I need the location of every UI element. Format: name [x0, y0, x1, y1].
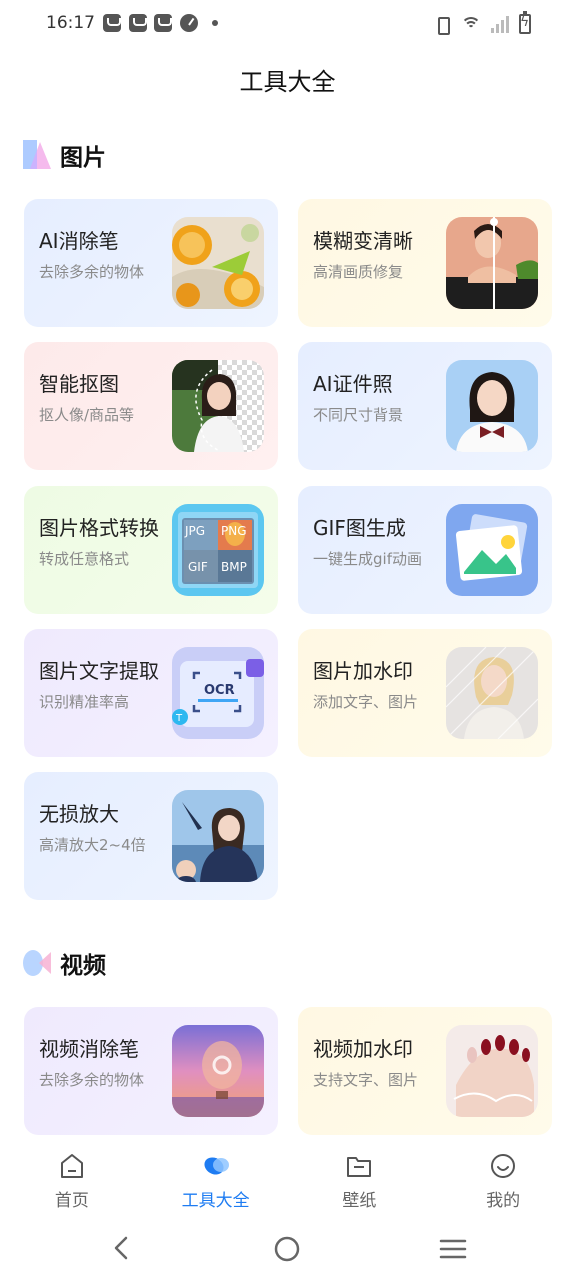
- watermark-portrait-thumbnail: [446, 647, 538, 739]
- battery-charging-icon: [519, 11, 531, 34]
- card-title: 模糊变清晰: [313, 229, 413, 253]
- gif-maker-thumbnail: [446, 504, 538, 596]
- card-title: 无损放大: [39, 802, 119, 826]
- speedometer-icon: [180, 14, 198, 32]
- nav-label: 工具大全: [181, 1191, 250, 1211]
- tool-card-ocr[interactable]: 图片文字提取 识别精准率高 T OCR: [24, 629, 278, 757]
- card-subtitle: 一键生成gif动画: [313, 550, 422, 568]
- card-title: 智能抠图: [39, 372, 119, 396]
- card-subtitle: 支持文字、图片: [313, 1071, 419, 1089]
- bottom-nav: 首页 工具大全 壁纸 我的: [0, 1140, 575, 1220]
- card-subtitle: 添加文字、图片: [313, 693, 419, 711]
- tool-card-ai-eraser[interactable]: AI消除笔 去除多余的物体: [24, 199, 278, 327]
- card-title: 视频消除笔: [39, 1037, 139, 1061]
- tool-card-id-photo[interactable]: AI证件照 不同尺寸背景: [298, 342, 552, 470]
- tool-card-format-convert[interactable]: 图片格式转换 转成任意格式 JPG PNG GIF BMP: [24, 486, 278, 614]
- tool-card-watermark[interactable]: 图片加水印 添加文字、图片: [298, 629, 552, 757]
- tool-card-upscale[interactable]: 无损放大 高清放大2~4倍: [24, 772, 278, 900]
- nav-item-wallpaper[interactable]: 壁纸: [288, 1140, 432, 1220]
- nav-label: 壁纸: [342, 1191, 377, 1211]
- id-photo-thumbnail: [446, 360, 538, 452]
- nails-watermark-thumbnail: [446, 1025, 538, 1117]
- tool-card-deblur[interactable]: 模糊变清晰 高清画质修复: [298, 199, 552, 327]
- fruit-thumbnail: [172, 217, 264, 309]
- ocr-thumbnail: T OCR: [172, 647, 264, 739]
- card-title: 图片格式转换: [39, 516, 159, 540]
- nav-label: 我的: [486, 1191, 521, 1211]
- card-subtitle: 去除多余的物体: [39, 1071, 145, 1089]
- nav-item-home[interactable]: 首页: [0, 1140, 144, 1220]
- card-title: 视频加水印: [313, 1037, 413, 1061]
- card-subtitle: 不同尺寸背景: [313, 406, 404, 424]
- system-navigation-bar: [0, 1220, 575, 1280]
- shopping-bag-icon: [129, 14, 147, 32]
- card-subtitle: 高清放大2~4倍: [39, 836, 146, 854]
- vibrate-icon: [433, 15, 451, 35]
- tool-card-gif-maker[interactable]: GIF图生成 一键生成gif动画: [298, 486, 552, 614]
- section-title: 视频: [60, 953, 106, 979]
- recents-menu-icon[interactable]: [438, 1235, 468, 1263]
- more-notifications-dot: [212, 20, 218, 26]
- card-title: 图片文字提取: [39, 659, 159, 683]
- portrait-before-after-thumbnail: [446, 217, 538, 309]
- section-header-images: 图片: [22, 138, 106, 172]
- format-convert-thumbnail: JPG PNG GIF BMP: [172, 504, 264, 596]
- upscale-portrait-thumbnail: [172, 790, 264, 882]
- svg-text:T: T: [175, 713, 183, 724]
- video-section-icon: [22, 948, 52, 978]
- card-subtitle: 转成任意格式: [39, 550, 130, 568]
- nav-item-mine[interactable]: 我的: [431, 1140, 575, 1220]
- card-subtitle: 去除多余的物体: [39, 263, 145, 281]
- card-subtitle: 抠人像/商品等: [39, 406, 135, 424]
- status-time: 16:17: [46, 13, 95, 33]
- card-title: AI消除笔: [39, 229, 119, 253]
- ocr-label: OCR: [204, 683, 235, 698]
- image-section-icon: [22, 140, 52, 170]
- card-subtitle: 高清画质修复: [313, 263, 404, 281]
- format-label-gif: GIF: [188, 560, 208, 574]
- page-title: 工具大全: [239, 68, 336, 96]
- wifi-icon: [461, 15, 481, 33]
- card-title: AI证件照: [313, 372, 393, 396]
- section-header-video: 视频: [22, 946, 106, 980]
- shopping-bag-icon: [103, 14, 121, 32]
- tool-card-video-watermark[interactable]: 视频加水印 支持文字、图片: [298, 1007, 552, 1135]
- nav-item-tools[interactable]: 工具大全: [144, 1140, 288, 1220]
- card-subtitle: 识别精准率高: [39, 693, 130, 711]
- tool-card-video-eraser[interactable]: 视频消除笔 去除多余的物体: [24, 1007, 278, 1135]
- smile-icon: [489, 1152, 517, 1180]
- tool-card-smart-cutout[interactable]: 智能抠图 抠人像/商品等: [24, 342, 278, 470]
- signal-icon: [491, 15, 509, 33]
- format-label-png: PNG: [221, 524, 247, 538]
- home-circle-icon[interactable]: [273, 1235, 301, 1263]
- status-bar: 16:17: [0, 0, 575, 48]
- card-title: 图片加水印: [313, 659, 413, 683]
- nav-label: 首页: [54, 1191, 89, 1211]
- shopping-bag-icon: [154, 14, 172, 32]
- card-title: GIF图生成: [313, 516, 406, 540]
- format-label-bmp: BMP: [221, 560, 247, 574]
- back-icon[interactable]: [108, 1234, 136, 1262]
- balloon-sunset-thumbnail: [172, 1025, 264, 1117]
- cutout-portrait-thumbnail: [172, 360, 264, 452]
- section-title: 图片: [60, 145, 106, 171]
- format-label-jpg: JPG: [185, 524, 206, 538]
- home-icon: [58, 1152, 86, 1180]
- folder-icon: [345, 1152, 373, 1180]
- tools-icon: [202, 1152, 230, 1180]
